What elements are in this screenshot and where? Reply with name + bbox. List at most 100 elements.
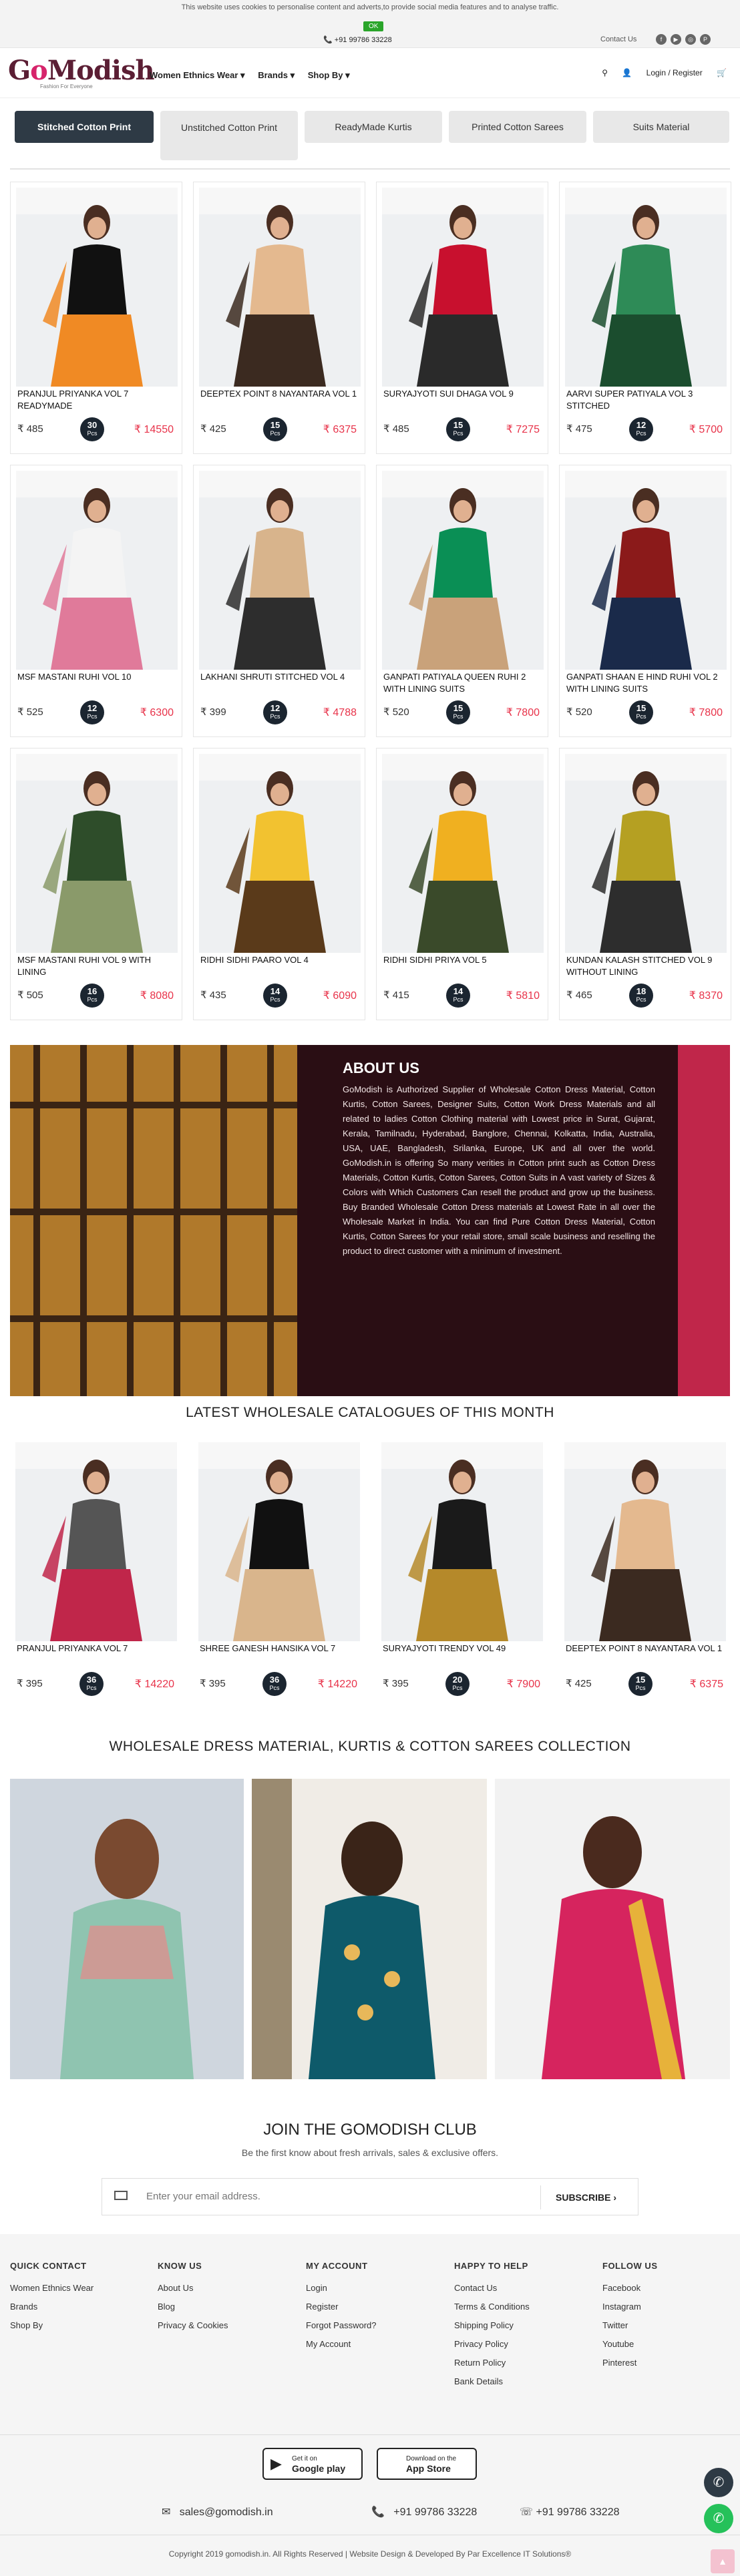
footer-link-bank-details[interactable]: Bank Details: [454, 2376, 530, 2386]
instagram-icon[interactable]: ◎: [685, 34, 696, 45]
latest-product-card[interactable]: PRANJUL PRIYANKA VOL 7 ₹ 395 36 Pcs ₹ 14220: [10, 1437, 182, 1715]
footer-link-privacy-policy[interactable]: Privacy Policy: [454, 2339, 530, 2349]
product-card[interactable]: MSF MASTANI RUHI VOL 9 WITH LINING ₹ 505 1…: [10, 748, 182, 1020]
footer-link-brands[interactable]: Brands: [10, 2302, 94, 2312]
floating-whatsapp-button[interactable]: ✆: [704, 2504, 733, 2533]
cookie-ok-button[interactable]: OK: [363, 21, 384, 31]
footer-link-my-account[interactable]: My Account: [306, 2339, 377, 2349]
floating-call-button[interactable]: ✆: [704, 2468, 733, 2497]
product-title[interactable]: PRANJUL PRIYANKA VOL 7: [17, 1643, 177, 1655]
footer-link-facebook[interactable]: Facebook: [602, 2283, 658, 2293]
app-store-badge[interactable]: Download on the App Store: [377, 2448, 477, 2480]
footer-link-youtube[interactable]: Youtube: [602, 2339, 658, 2349]
subscribe-button[interactable]: SUBSCRIBE ›: [540, 2185, 638, 2209]
cart-icon[interactable]: 🛒: [717, 68, 727, 77]
footer-link-terms-conditions[interactable]: Terms & Conditions: [454, 2302, 530, 2312]
product-card[interactable]: GANPATI SHAAN E HIND RUHI VOL 2 WITH LIN…: [559, 465, 731, 737]
tab-suits-material[interactable]: Suits Material: [593, 111, 729, 143]
product-image[interactable]: [565, 471, 727, 670]
collection-image-sarees[interactable]: [495, 1779, 730, 2079]
product-image[interactable]: [16, 754, 178, 953]
product-image[interactable]: [565, 754, 727, 953]
search-icon[interactable]: ⚲: [602, 68, 608, 77]
product-title[interactable]: KUNDAN KALASH STITCHED VOL 9 WITHOUT LIN…: [566, 954, 727, 978]
collection-image-kurtis[interactable]: [252, 1779, 487, 2079]
footer-link-return-policy[interactable]: Return Policy: [454, 2358, 530, 2368]
tab-printed-cotton-sarees[interactable]: Printed Cotton Sarees: [449, 111, 586, 143]
product-card[interactable]: DEEPTEX POINT 8 NAYANTARA VOL 1 ₹ 425 15 Pc…: [193, 182, 365, 454]
product-title[interactable]: RIDHI SIDHI PAARO VOL 4: [200, 954, 361, 966]
youtube-icon[interactable]: ▶: [671, 34, 681, 45]
product-image[interactable]: [381, 1442, 543, 1641]
top-phone[interactable]: 📞 +91 99786 33228: [323, 35, 392, 44]
product-image[interactable]: [16, 188, 178, 387]
footer-link-register[interactable]: Register: [306, 2302, 377, 2312]
product-title[interactable]: MSF MASTANI RUHI VOL 9 WITH LINING: [17, 954, 178, 978]
product-card[interactable]: AARVI SUPER PATIYALA VOL 3 STITCHED ₹ 475…: [559, 182, 731, 454]
footer-link-twitter[interactable]: Twitter: [602, 2320, 658, 2330]
product-title[interactable]: DEEPTEX POINT 8 NAYANTARA VOL 1: [200, 388, 361, 400]
footer-link-shop-by[interactable]: Shop By: [10, 2320, 94, 2330]
tab-unstitched-cotton-print[interactable]: Unstitched Cotton Print: [160, 111, 298, 160]
product-image[interactable]: [199, 188, 361, 387]
google-play-badge[interactable]: ▶ Get it on Google play: [262, 2448, 363, 2480]
product-title[interactable]: PRANJUL PRIYANKA VOL 7 READYMADE: [17, 388, 178, 412]
product-title[interactable]: SURYAJYOTI SUI DHAGA VOL 9: [383, 388, 544, 400]
footer-link-about-us[interactable]: About Us: [158, 2283, 228, 2293]
product-image[interactable]: [198, 1442, 360, 1641]
latest-product-card[interactable]: SHREE GANESH HANSIKA VOL 7 ₹ 395 36 Pcs ₹ 14…: [193, 1437, 365, 1715]
tab-stitched-cotton-print[interactable]: Stitched Cotton Print: [15, 111, 154, 143]
product-image[interactable]: [382, 754, 544, 953]
product-image[interactable]: [15, 1442, 177, 1641]
product-card[interactable]: PRANJUL PRIYANKA VOL 7 READYMADE ₹ 485 30 P…: [10, 182, 182, 454]
product-card[interactable]: RIDHI SIDHI PAARO VOL 4 ₹ 435 14 Pcs ₹ 6090: [193, 748, 365, 1020]
latest-product-card[interactable]: SURYAJYOTI TRENDY VOL 49 ₹ 395 20 Pcs ₹ 7900: [376, 1437, 548, 1715]
product-image[interactable]: [382, 188, 544, 387]
product-title[interactable]: SURYAJYOTI TRENDY VOL 49: [383, 1643, 543, 1655]
footer-link-instagram[interactable]: Instagram: [602, 2302, 658, 2312]
scroll-top-button[interactable]: ▲: [711, 2549, 735, 2573]
footer-link-privacy-cookies[interactable]: Privacy & Cookies: [158, 2320, 228, 2330]
product-card[interactable]: GANPATI PATIYALA QUEEN RUHI 2 WITH LININ…: [376, 465, 548, 737]
footer-link-pinterest[interactable]: Pinterest: [602, 2358, 658, 2368]
email-input[interactable]: Enter your email address.: [146, 2191, 260, 2202]
product-title[interactable]: MSF MASTANI RUHI VOL 10: [17, 671, 178, 683]
product-title[interactable]: GANPATI SHAAN E HIND RUHI VOL 2 WITH LIN…: [566, 671, 727, 695]
product-card[interactable]: KUNDAN KALASH STITCHED VOL 9 WITHOUT LIN…: [559, 748, 731, 1020]
product-title[interactable]: RIDHI SIDHI PRIYA VOL 5: [383, 954, 544, 966]
facebook-icon[interactable]: f: [656, 34, 667, 45]
top-contact-link[interactable]: Contact Us: [600, 35, 636, 43]
footer-link-shipping-policy[interactable]: Shipping Policy: [454, 2320, 530, 2330]
pinterest-icon[interactable]: P: [700, 34, 711, 45]
product-image[interactable]: [199, 471, 361, 670]
nav-brands[interactable]: Brands ▾: [258, 70, 295, 80]
nav-shop-by[interactable]: Shop By ▾: [308, 70, 350, 80]
footer-link-forgot-password-[interactable]: Forgot Password?: [306, 2320, 377, 2330]
product-image[interactable]: [16, 471, 178, 670]
footer-link-women-ethnics-wear[interactable]: Women Ethnics Wear: [10, 2283, 94, 2293]
product-title[interactable]: GANPATI PATIYALA QUEEN RUHI 2 WITH LININ…: [383, 671, 544, 695]
product-image[interactable]: [382, 471, 544, 670]
product-title[interactable]: SHREE GANESH HANSIKA VOL 7: [200, 1643, 360, 1655]
nav-women-ethnics[interactable]: Women Ethnics Wear ▾: [150, 70, 245, 80]
footer-link-blog[interactable]: Blog: [158, 2302, 228, 2312]
footer-link-login[interactable]: Login: [306, 2283, 377, 2293]
tab-readymade-kurtis[interactable]: ReadyMade Kurtis: [305, 111, 442, 143]
product-card[interactable]: MSF MASTANI RUHI VOL 10 ₹ 525 12 Pcs ₹ 6300: [10, 465, 182, 737]
product-card[interactable]: RIDHI SIDHI PRIYA VOL 5 ₹ 415 14 Pcs ₹ 5810: [376, 748, 548, 1020]
footer-whatsapp[interactable]: ☏ +91 99786 33228: [520, 2505, 619, 2519]
product-image[interactable]: [564, 1442, 726, 1641]
login-link[interactable]: 👤 Login / Register: [622, 68, 702, 77]
collection-image-dress-material[interactable]: [10, 1779, 244, 2079]
product-title[interactable]: LAKHANI SHRUTI STITCHED VOL 4: [200, 671, 361, 683]
product-image[interactable]: [199, 754, 361, 953]
product-card[interactable]: LAKHANI SHRUTI STITCHED VOL 4 ₹ 399 12 Pcs ₹…: [193, 465, 365, 737]
footer-link-contact-us[interactable]: Contact Us: [454, 2283, 530, 2293]
latest-product-card[interactable]: DEEPTEX POINT 8 NAYANTARA VOL 1 ₹ 425 15 Pc…: [559, 1437, 731, 1715]
footer-email[interactable]: ✉ sales@gomodish.in: [162, 2505, 273, 2519]
product-title[interactable]: DEEPTEX POINT 8 NAYANTARA VOL 1: [566, 1643, 726, 1655]
site-logo[interactable]: GoModish Fashion For Everyone: [8, 55, 155, 95]
product-card[interactable]: SURYAJYOTI SUI DHAGA VOL 9 ₹ 485 15 Pcs ₹ 72…: [376, 182, 548, 454]
product-image[interactable]: [565, 188, 727, 387]
product-title[interactable]: AARVI SUPER PATIYALA VOL 3 STITCHED: [566, 388, 727, 412]
